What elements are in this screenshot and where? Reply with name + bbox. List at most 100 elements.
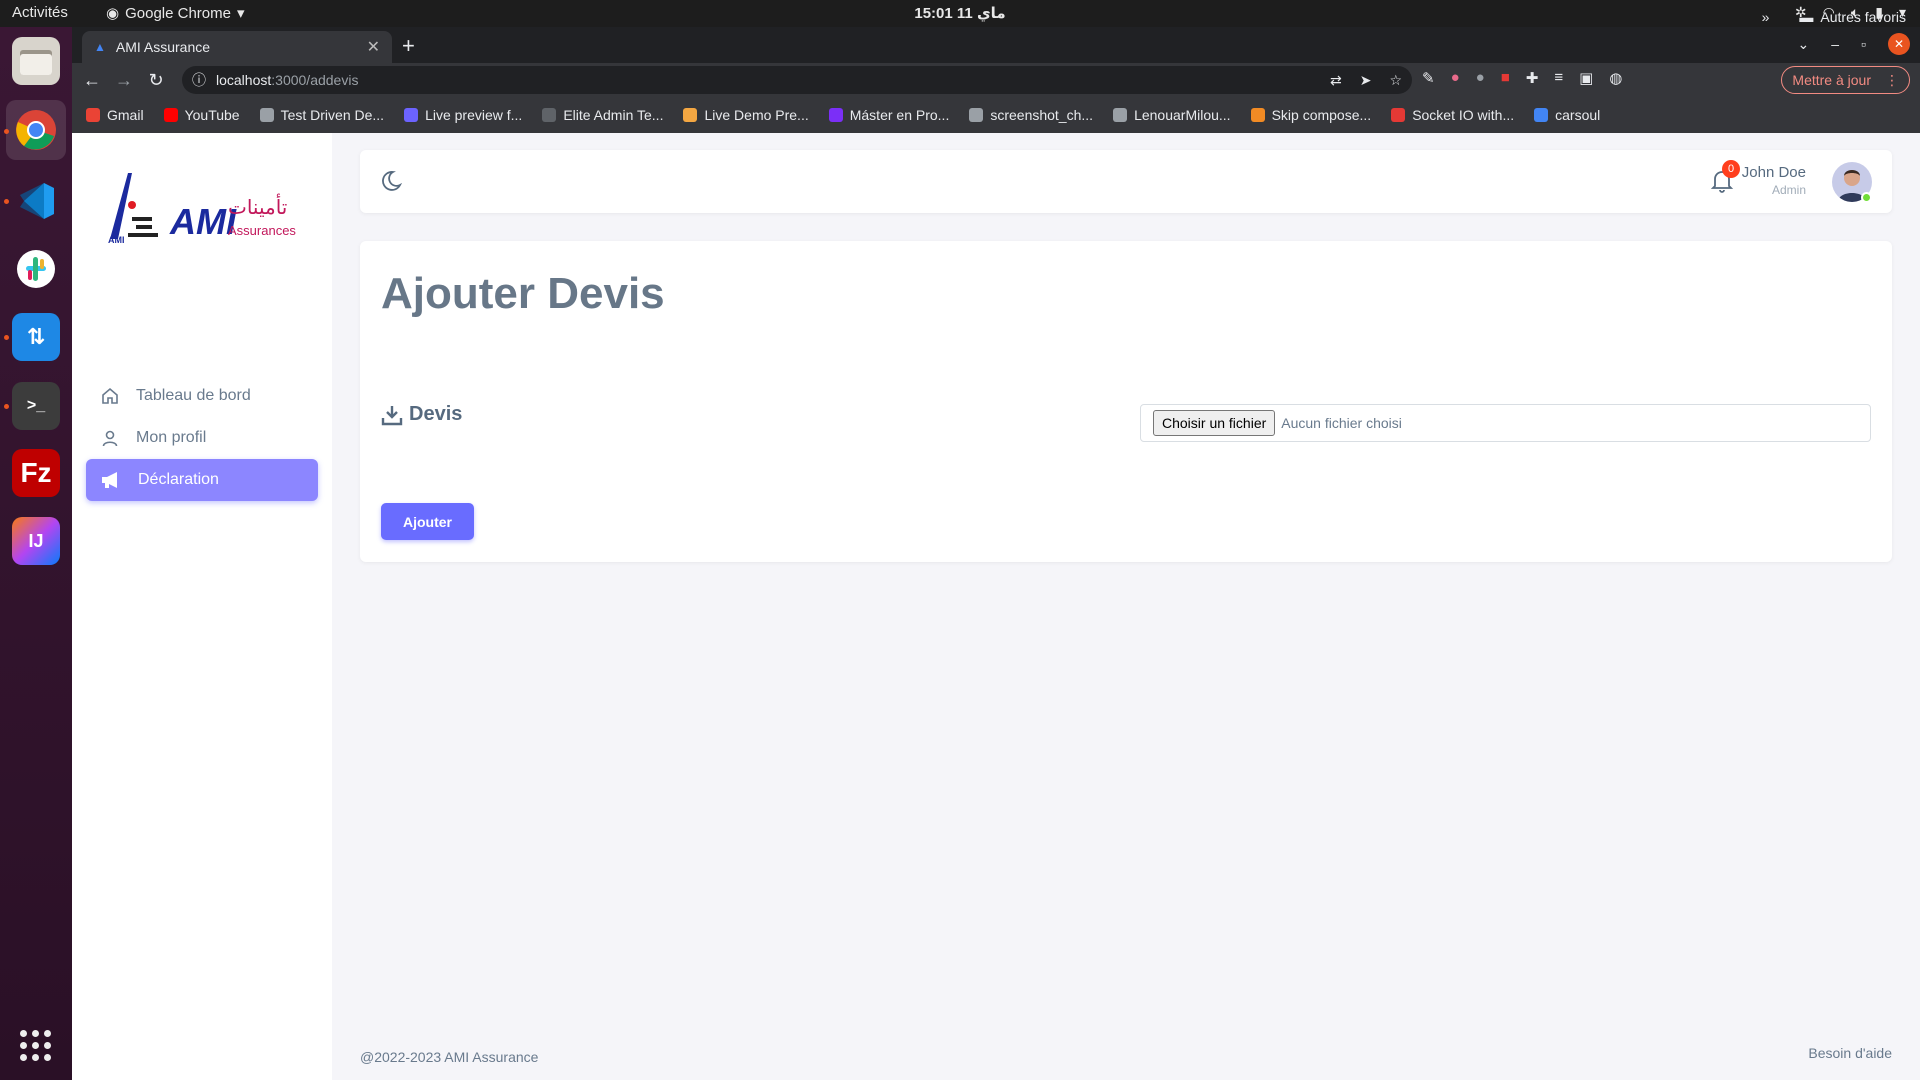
playlist-icon[interactable]: ≡ (1554, 69, 1563, 87)
close-tab-icon[interactable]: ✕ (367, 37, 380, 57)
filezilla-icon[interactable]: Fz (12, 449, 60, 497)
running-indicator (4, 129, 9, 134)
system-top-bar: Activités ◉ Google Chrome ▾ 15:01 11 ماي… (0, 0, 1920, 27)
bookmark-label: Elite Admin Te... (563, 107, 664, 123)
help-link[interactable]: Besoin d'aide (1808, 1045, 1892, 1061)
home-icon (102, 387, 118, 404)
bookmark-favicon-icon (259, 108, 274, 122)
send-icon[interactable]: ➤ (1360, 72, 1372, 89)
megaphone-icon (102, 472, 117, 488)
ami-logo[interactable]: AMI AMI تأمينات Assurances (106, 167, 296, 247)
bookmark-item[interactable]: Test Driven De... (259, 107, 385, 123)
bookmark-item[interactable]: Live Demo Pre... (683, 107, 809, 123)
other-bookmarks-label: Autres favoris (1820, 9, 1906, 25)
notification-badge: 0 (1722, 160, 1740, 178)
chrome-dock-icon[interactable] (6, 100, 66, 160)
logo-sub: Assurances (228, 223, 296, 238)
forward-icon[interactable]: → (108, 70, 140, 91)
svg-text:AMI: AMI (108, 235, 125, 245)
url-host: localhost (216, 72, 272, 88)
bookmark-favicon-icon (969, 108, 984, 122)
intellij-icon[interactable]: IJ (12, 517, 60, 565)
bookmark-label: Test Driven De... (280, 107, 385, 123)
sidebar-item-declaration[interactable]: Déclaration (86, 459, 318, 501)
bookmark-item[interactable]: Gmail (86, 107, 144, 123)
add-button[interactable]: Ajouter (381, 503, 474, 540)
bookmark-item[interactable]: Socket IO with... (1391, 107, 1514, 123)
bookmark-label: Skip compose... (1271, 107, 1372, 123)
info-icon: ⓘ (192, 72, 206, 88)
translate-icon[interactable]: ⇄ (1330, 72, 1342, 89)
maximize-icon[interactable]: ▫ (1861, 36, 1866, 52)
devis-file-input[interactable]: Choisir un fichier Aucun fichier choisi (1140, 404, 1871, 442)
grey-extension-icon[interactable]: ● (1476, 69, 1485, 87)
bookmark-item[interactable]: carsoul (1534, 107, 1600, 123)
bookmark-favicon-icon (683, 108, 698, 122)
terminal-icon[interactable]: >_ (12, 382, 60, 430)
bookmark-item[interactable]: Elite Admin Te... (542, 107, 663, 123)
browser-tab[interactable]: ▲ AMI Assurance ✕ (82, 31, 392, 63)
profile-icon[interactable]: ◍ (1609, 69, 1622, 87)
sidebar-item-label: Déclaration (138, 471, 219, 488)
bookmark-item[interactable]: LenouarMilou... (1113, 107, 1231, 123)
page-title: Ajouter Devis (381, 269, 665, 318)
browser-toolbar: ← → ↻ ⓘ localhost:3000/addevis ⇄ ➤ ☆ ✎ ●… (72, 63, 1920, 97)
files-icon[interactable] (12, 37, 60, 85)
tab-search-icon[interactable]: ⌄ (1798, 36, 1810, 53)
browser-tab-strip: ▲ AMI Assurance ✕ + ⌄ – ▫ ✕ (72, 27, 1920, 63)
bookmark-label: YouTube (184, 107, 240, 123)
bookmark-favicon-icon (404, 108, 419, 122)
bookmark-label: carsoul (1555, 107, 1601, 123)
sidepanel-icon[interactable]: ▣ (1579, 69, 1593, 87)
bookmark-favicon-icon (1250, 108, 1265, 122)
bookmark-item[interactable]: Máster en Pro... (828, 107, 950, 123)
bookmarks-bar: Gmail YouTube Test Driven De... Live previe… (72, 97, 1920, 133)
red-extension-icon[interactable]: ■ (1501, 69, 1510, 87)
logo-text: AMI (170, 201, 236, 242)
running-indicator (4, 199, 9, 204)
bookmark-item[interactable]: Live preview f... (404, 107, 522, 123)
bookmark-item[interactable]: Skip compose... (1250, 107, 1372, 123)
other-bookmarks-folder[interactable]: ▬ Autres favoris (1799, 9, 1906, 25)
bookmark-label: Live preview f... (425, 107, 523, 123)
choose-file-button[interactable]: Choisir un fichier (1153, 410, 1276, 436)
extension-icons: ✎ ● ● ■ ✚ ≡ ▣ ◍ (1422, 69, 1622, 87)
close-window-icon[interactable]: ✕ (1888, 33, 1910, 55)
bookmarks-right: » ▬ Autres favoris (1762, 9, 1906, 25)
puzzle-icon[interactable]: ✚ (1526, 69, 1539, 87)
minimize-icon[interactable]: – (1831, 36, 1839, 52)
bookmark-item[interactable]: screenshot_ch... (969, 107, 1093, 123)
moon-icon[interactable] (382, 168, 408, 194)
back-icon[interactable]: ← (76, 70, 108, 91)
user-info[interactable]: John Doe Admin (1742, 164, 1806, 197)
update-button[interactable]: Mettre à jour ⋮ (1781, 66, 1910, 94)
running-indicator (4, 404, 9, 409)
sidebar-item-profile[interactable]: Mon profil (86, 417, 318, 459)
star-icon[interactable]: ☆ (1389, 72, 1402, 89)
download-icon (381, 405, 403, 425)
pen-extension-icon[interactable]: ✎ (1422, 69, 1435, 87)
bookmark-item[interactable]: YouTube (163, 107, 240, 123)
window-controls: ⌄ – ▫ ✕ (1798, 33, 1910, 55)
app-header: 0 John Doe Admin (360, 150, 1892, 213)
bookmark-favicon-icon (86, 108, 100, 122)
bookmark-label: Máster en Pro... (849, 107, 950, 123)
user-role: Admin (1771, 183, 1806, 197)
show-apps-icon[interactable] (20, 1030, 52, 1062)
sidebar-item-dashboard[interactable]: Tableau de bord (86, 375, 318, 417)
user-icon (102, 430, 118, 447)
transfer-icon[interactable]: ⇅ (12, 313, 60, 361)
reload-icon[interactable]: ↻ (140, 70, 172, 91)
address-bar[interactable]: ⓘ localhost:3000/addevis ⇄ ➤ ☆ (182, 66, 1412, 94)
bookmark-label: Socket IO with... (1412, 107, 1515, 123)
new-tab-button[interactable]: + (402, 33, 415, 59)
favicon-icon: ▲ (94, 40, 106, 54)
vscode-icon[interactable] (12, 177, 60, 225)
sidebar-menu: Tableau de bord Mon profil Déclaration (86, 375, 318, 501)
more-bookmarks-icon[interactable]: » (1762, 9, 1770, 25)
folder-icon: ▬ (1799, 9, 1814, 25)
color-extension-icon[interactable]: ● (1451, 69, 1460, 87)
system-clock[interactable]: 15:01 11 ماي (0, 4, 1920, 22)
bookmark-favicon-icon (1391, 108, 1406, 122)
slack-icon[interactable] (12, 245, 60, 293)
